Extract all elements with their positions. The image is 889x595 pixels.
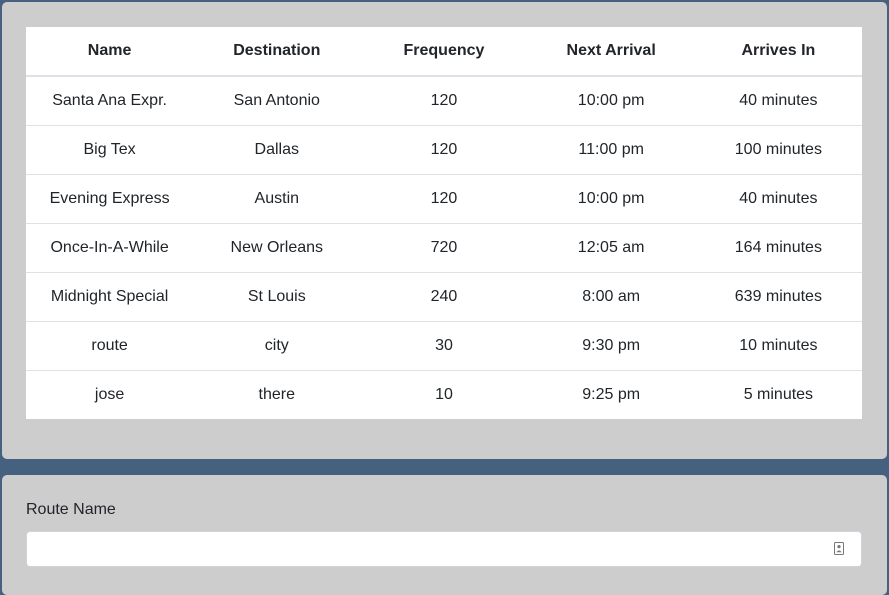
cell-frequency: 120 — [360, 174, 528, 224]
table-row: Santa Ana Expr. San Antonio 120 10:00 pm… — [26, 76, 862, 126]
cell-frequency: 30 — [360, 321, 528, 371]
cell-destination: there — [193, 370, 361, 419]
route-name-field-wrapper — [26, 531, 862, 567]
cell-destination: New Orleans — [193, 223, 361, 273]
contact-card-icon[interactable] — [834, 542, 844, 555]
table-row: Evening Express Austin 120 10:00 pm 40 m… — [26, 174, 862, 224]
route-name-input[interactable] — [27, 532, 831, 566]
cell-destination: Austin — [193, 174, 361, 224]
cell-arrives-in: 100 minutes — [694, 125, 862, 175]
cell-frequency: 240 — [360, 272, 528, 322]
cell-frequency: 720 — [360, 223, 528, 273]
train-schedule-table: Name Destination Frequency Next Arrival … — [26, 27, 862, 419]
train-schedule-table-container: Name Destination Frequency Next Arrival … — [26, 27, 862, 419]
cell-name: route — [26, 321, 194, 371]
add-train-form-panel: Route Name — [2, 475, 887, 595]
header-row: Name Destination Frequency Next Arrival … — [26, 27, 862, 77]
table-row: Once-In-A-While New Orleans 720 12:05 am… — [26, 223, 862, 273]
cell-frequency: 120 — [360, 125, 528, 175]
table-row: Big Tex Dallas 120 11:00 pm 100 minutes — [26, 125, 862, 175]
cell-frequency: 120 — [430, 92, 458, 109]
cell-arrives-in: 40 minutes — [739, 92, 818, 109]
cell-name: jose — [26, 370, 194, 419]
column-header-destination: Destination — [193, 27, 361, 77]
cell-arrives-in: 40 minutes — [694, 174, 862, 224]
cell-next-arrival: 10:00 pm — [577, 92, 645, 109]
cell-name: Big Tex — [26, 125, 194, 175]
table-header: Name Destination Frequency Next Arrival … — [26, 27, 862, 77]
cell-destination: city — [193, 321, 361, 371]
cell-name: Midnight Special — [26, 272, 194, 322]
table-row: jose there 10 9:25 pm 5 minutes — [26, 370, 862, 419]
column-header-next-arrival: Next Arrival — [527, 27, 695, 77]
cell-destination: St Louis — [193, 272, 361, 322]
table-body: Santa Ana Expr. San Antonio 120 10:00 pm… — [26, 76, 862, 419]
cell-arrives-in: 10 minutes — [694, 321, 862, 371]
route-name-label: Route Name — [26, 501, 116, 518]
cell-name: Santa Ana Expr. — [52, 92, 167, 109]
cell-frequency: 10 — [360, 370, 528, 419]
cell-name: Once-In-A-While — [26, 223, 194, 273]
cell-arrives-in: 639 minutes — [694, 272, 862, 322]
cell-next-arrival: 8:00 am — [527, 272, 695, 322]
table-row: Midnight Special St Louis 240 8:00 am 63… — [26, 272, 862, 322]
column-header-arrives-in: Arrives In — [694, 27, 862, 77]
cell-next-arrival: 9:25 pm — [527, 370, 695, 419]
column-header-name: Name — [26, 27, 194, 77]
cell-arrives-in: 5 minutes — [694, 370, 862, 419]
schedule-panel: Name Destination Frequency Next Arrival … — [2, 2, 887, 459]
table-row: route city 30 9:30 pm 10 minutes — [26, 321, 862, 371]
cell-next-arrival: 12:05 am — [527, 223, 695, 273]
cell-arrives-in: 164 minutes — [694, 223, 862, 273]
cell-destination: Dallas — [193, 125, 361, 175]
cell-next-arrival: 10:00 pm — [527, 174, 695, 224]
cell-name: Evening Express — [26, 174, 194, 224]
cell-next-arrival: 11:00 pm — [527, 125, 695, 175]
column-header-frequency: Frequency — [360, 27, 528, 77]
cell-next-arrival: 9:30 pm — [527, 321, 695, 371]
cell-destination: San Antonio — [233, 92, 320, 109]
